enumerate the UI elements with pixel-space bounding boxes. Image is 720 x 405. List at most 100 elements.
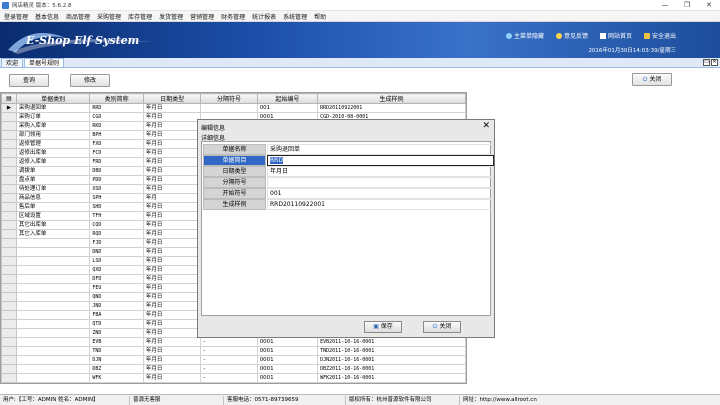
table-cell[interactable] xyxy=(15,256,91,266)
table-cell[interactable] xyxy=(15,355,91,365)
table-cell[interactable] xyxy=(15,283,91,293)
table-row[interactable]: ▶ 采购退回单 RRD 年月日 001 RRD20110922001 xyxy=(1,103,466,113)
column-header[interactable]: 单据类别 xyxy=(15,93,91,104)
table-cell[interactable]: 调拨单 xyxy=(15,166,91,176)
table-cell[interactable]: WFK2011-10-16-0001 xyxy=(317,373,466,383)
table-cell[interactable]: RQD xyxy=(89,229,144,239)
edit-button[interactable]: 修改 xyxy=(70,74,110,87)
table-cell[interactable]: RKD xyxy=(89,121,144,131)
menu-shipping[interactable]: 发货管理 xyxy=(159,12,183,21)
table-cell[interactable] xyxy=(15,310,91,320)
table-cell[interactable]: FCD xyxy=(89,148,144,158)
table-cell[interactable]: 0001 xyxy=(256,373,319,383)
table-cell[interactable]: TND xyxy=(89,346,144,356)
table-cell[interactable]: - xyxy=(200,346,258,356)
table-cell[interactable]: 年月日 xyxy=(142,274,202,284)
table-cell[interactable]: 年月日 xyxy=(142,130,202,140)
table-cell[interactable]: - xyxy=(200,364,258,374)
table-cell[interactable]: 年月日 xyxy=(142,157,202,167)
dialog-close-button[interactable]: ⏻ 关闭 xyxy=(423,321,461,333)
table-cell[interactable]: - xyxy=(200,373,258,383)
table-cell[interactable]: 部门领用 xyxy=(15,130,91,140)
table-cell[interactable]: QND xyxy=(89,292,144,302)
table-cell[interactable] xyxy=(15,373,91,383)
start-number-value[interactable]: 001 xyxy=(267,188,494,199)
column-header[interactable]: 类别简称 xyxy=(89,93,144,104)
table-cell[interactable]: TFH xyxy=(89,211,144,221)
table-cell[interactable]: DJN2011-10-16-0001 xyxy=(317,355,466,365)
table-cell[interactable]: SHD xyxy=(89,202,144,212)
table-cell[interactable]: 0001 xyxy=(256,337,319,347)
column-header[interactable]: 起始编号 xyxy=(256,93,319,104)
table-cell[interactable]: 年月日 xyxy=(142,211,202,221)
sample-value[interactable]: RRD20110922001 xyxy=(267,199,494,210)
logout-link[interactable]: 安全退出 xyxy=(643,31,676,40)
table-cell[interactable]: FRD xyxy=(89,157,144,167)
table-cell[interactable]: DBD xyxy=(89,166,144,176)
table-cell[interactable]: DBZ xyxy=(89,364,144,374)
menu-inventory[interactable]: 库存管理 xyxy=(128,12,152,21)
table-cell[interactable]: EVB xyxy=(89,337,144,347)
table-cell[interactable]: 年月日 xyxy=(142,301,202,311)
table-cell[interactable]: 采购订单 xyxy=(15,112,91,122)
menu-purchase[interactable]: 采购管理 xyxy=(97,12,121,21)
table-cell[interactable] xyxy=(15,337,91,347)
table-cell[interactable]: 年月日 xyxy=(142,283,202,293)
table-cell[interactable]: 年月日 xyxy=(142,103,202,113)
tab-document-number-rules[interactable]: 单据号规则 xyxy=(24,58,65,67)
table-cell[interactable]: 采购入库单 xyxy=(15,121,91,131)
table-cell[interactable]: SPH xyxy=(89,193,144,203)
table-cell[interactable]: BPH xyxy=(89,130,144,140)
table-cell[interactable] xyxy=(15,328,91,338)
dialog-save-button[interactable]: ▣ 保存 xyxy=(364,321,402,333)
table-cell[interactable]: 年月日 xyxy=(142,256,202,266)
table-cell[interactable]: FJD xyxy=(89,238,144,248)
table-cell[interactable]: 返修出库单 xyxy=(15,148,91,158)
table-cell[interactable]: 年月日 xyxy=(142,355,202,365)
table-cell[interactable]: 返修入库单 xyxy=(15,157,91,167)
column-header[interactable]: 生成样例 xyxy=(317,93,466,104)
tab-menu-icon[interactable]: ▭ xyxy=(703,59,710,66)
table-cell[interactable]: - xyxy=(200,337,258,347)
table-cell[interactable]: 商品信息 xyxy=(15,193,91,203)
table-cell[interactable]: 年月日 xyxy=(142,310,202,320)
table-cell[interactable]: XSD xyxy=(89,184,144,194)
table-cell[interactable]: WFK xyxy=(89,373,144,383)
table-row[interactable]: EVB 年月日 -0001 EVB2011-10-16-0001 xyxy=(1,337,466,347)
table-cell[interactable]: 年月日 xyxy=(142,373,202,383)
table-cell[interactable]: 001 xyxy=(256,103,319,113)
table-cell[interactable]: 售后单 xyxy=(15,202,91,212)
table-cell[interactable]: QTD xyxy=(89,319,144,329)
table-cell[interactable] xyxy=(200,103,258,113)
restore-icon[interactable]: ❐ xyxy=(676,0,698,11)
table-cell[interactable] xyxy=(15,247,91,257)
table-cell[interactable]: 盘点单 xyxy=(15,175,91,185)
toolbar-close-button[interactable]: ⏻ 关闭 xyxy=(632,73,672,86)
table-cell[interactable] xyxy=(15,274,91,284)
menu-reports[interactable]: 统计报表 xyxy=(252,12,276,21)
table-row[interactable]: DJN 年月日 -0001 DJN2011-10-16-0001 xyxy=(1,355,466,365)
table-cell[interactable]: 年月 xyxy=(142,193,202,203)
table-cell[interactable] xyxy=(15,364,91,374)
table-cell[interactable]: 年月日 xyxy=(142,319,202,329)
table-cell[interactable]: JND xyxy=(89,301,144,311)
table-cell[interactable] xyxy=(15,346,91,356)
table-cell[interactable] xyxy=(15,319,91,329)
separator-value[interactable] xyxy=(267,177,494,188)
table-cell[interactable]: 0001 xyxy=(256,364,319,374)
table-cell[interactable]: RRD xyxy=(89,103,144,113)
doc-abbr-input[interactable]: RRD xyxy=(267,155,494,166)
table-cell[interactable]: 年月日 xyxy=(142,364,202,374)
table-row[interactable]: TND 年月日 -0001 TND2011-10-16-0001 xyxy=(1,346,466,356)
table-cell[interactable]: 待处理订单 xyxy=(15,184,91,194)
table-cell[interactable]: 年月日 xyxy=(142,337,202,347)
menu-system[interactable]: 系统管理 xyxy=(283,12,307,21)
column-header[interactable]: 日期类型 xyxy=(142,93,202,104)
table-cell[interactable]: DBZ2011-10-16-0001 xyxy=(317,364,466,374)
date-type-value[interactable]: 年月日 xyxy=(267,166,494,177)
table-cell[interactable] xyxy=(15,238,91,248)
table-cell[interactable]: EVB2011-10-16-0001 xyxy=(317,337,466,347)
table-cell[interactable]: 年月日 xyxy=(142,148,202,158)
minimize-icon[interactable]: — xyxy=(654,0,676,11)
table-cell[interactable]: DJN xyxy=(89,355,144,365)
